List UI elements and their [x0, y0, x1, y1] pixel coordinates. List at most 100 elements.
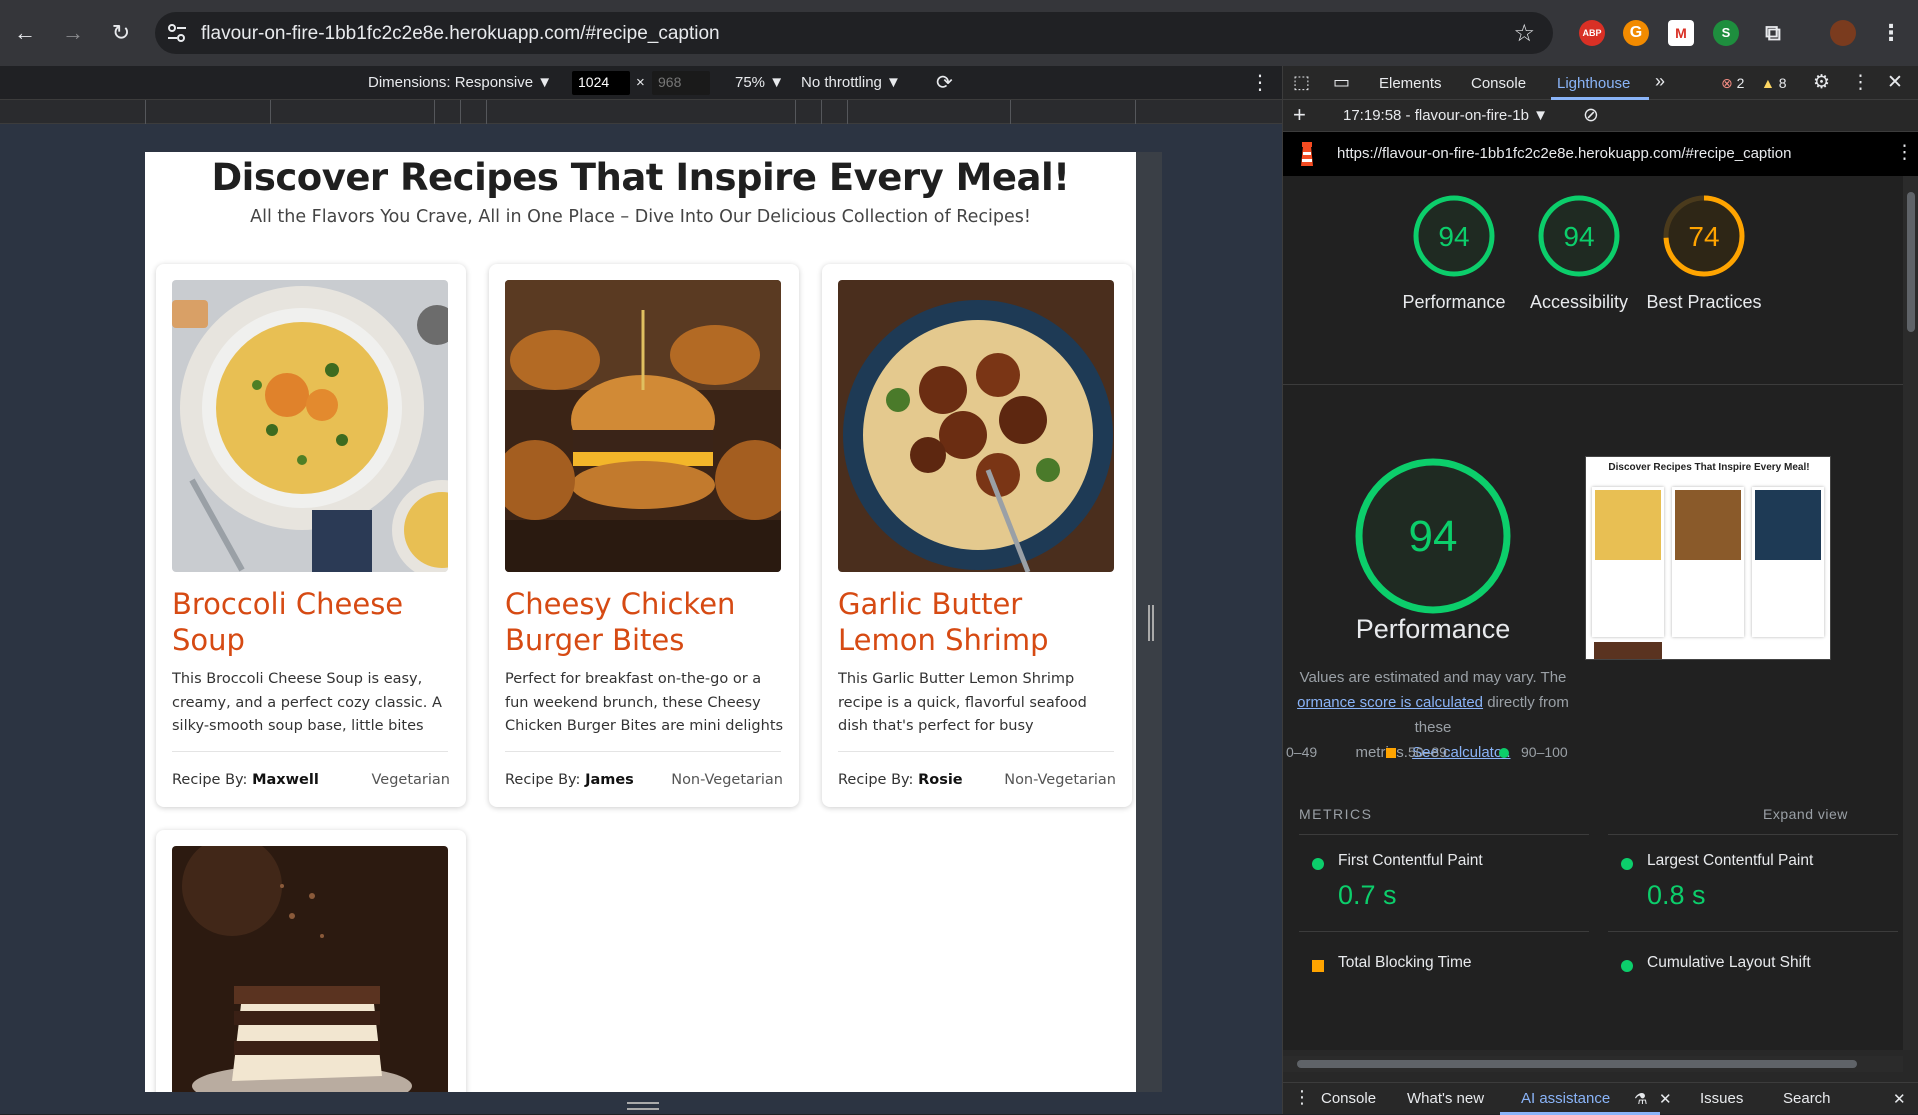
scrollbar-thumb[interactable]: [1907, 192, 1915, 332]
thumbnail-card-image: [1594, 642, 1662, 659]
recipe-card[interactable]: Broccoli Cheese Soup This Broccoli Chees…: [156, 264, 466, 807]
legend-fail-text: 0–49: [1286, 744, 1318, 760]
close-devtools-icon[interactable]: ✕: [1887, 71, 1903, 94]
accessibility-score-value: 94: [1563, 221, 1594, 252]
metric-cls[interactable]: Cumulative Layout Shift: [1621, 954, 1881, 984]
site-settings-icon[interactable]: [165, 21, 189, 45]
page-screenshot-thumbnail[interactable]: Discover Recipes That Inspire Every Meal…: [1585, 456, 1831, 660]
close-ai-tab-icon[interactable]: ✕: [1659, 1090, 1672, 1108]
recipe-title[interactable]: Cheesy Chicken Burger Bites: [505, 586, 795, 658]
rotate-icon[interactable]: ⟳: [936, 70, 953, 95]
expand-view-toggle[interactable]: Expand view: [1763, 806, 1848, 822]
warning-count-text: 8: [1778, 75, 1787, 91]
metric-tbt[interactable]: Total Blocking Time: [1312, 954, 1572, 984]
address-bar[interactable]: flavour-on-fire-1bb1fc2c2e8e.herokuapp.c…: [155, 12, 1553, 54]
devtools-panel: ⬚ ▭ Elements Console Lighthouse » ⊗ 2 ▲ …: [1282, 66, 1918, 1115]
device-menu-icon[interactable]: ⋮: [1250, 70, 1270, 95]
bottom-resize-handle[interactable]: [627, 1102, 659, 1110]
settings-gear-icon[interactable]: ⚙: [1813, 71, 1830, 94]
devtools-tabbar: ⬚ ▭ Elements Console Lighthouse » ⊗ 2 ▲ …: [1283, 66, 1918, 100]
best-practices-score-gauge[interactable]: 74: [1661, 193, 1747, 279]
clear-reports-icon[interactable]: ⊘: [1583, 104, 1599, 127]
drawer-tab-console[interactable]: Console: [1321, 1090, 1376, 1107]
media-query-ruler[interactable]: [0, 100, 1282, 124]
warning-count[interactable]: ▲ 8: [1761, 75, 1787, 91]
scrollbar-thumb[interactable]: [1297, 1060, 1857, 1068]
recipe-card[interactable]: Garlic Butter Lemon Shrimp This Garlic B…: [822, 264, 1132, 807]
inspect-element-icon[interactable]: ⬚: [1293, 72, 1310, 93]
new-report-icon[interactable]: +: [1293, 102, 1306, 128]
throttling-dropdown[interactable]: No throttling ▼: [801, 74, 901, 91]
metric-lcp[interactable]: Largest Contentful Paint 0.8 s: [1621, 852, 1881, 912]
drawer-tab-search[interactable]: Search: [1783, 1090, 1831, 1107]
recipe-card[interactable]: Cheesy Chicken Burger Bites Perfect for …: [489, 264, 799, 807]
metrics-header: METRICS: [1299, 806, 1373, 822]
metric-pass-icon: [1621, 858, 1633, 870]
recipe-card[interactable]: [156, 830, 466, 1092]
back-icon[interactable]: ←: [10, 18, 40, 48]
drawer-tab-issues[interactable]: Issues: [1700, 1090, 1743, 1107]
best-practices-score-label: Best Practices: [1646, 292, 1762, 312]
card-divider: [172, 751, 448, 752]
estimate-line-3-text: metrics.: [1355, 744, 1413, 761]
grammarly-icon[interactable]: G: [1623, 20, 1649, 46]
ruler-tick: [1010, 100, 1011, 124]
devtools-menu-icon[interactable]: ⋮: [1851, 71, 1870, 94]
error-icon: ⊗: [1721, 75, 1733, 91]
drawer-tab-whats-new[interactable]: What's new: [1407, 1090, 1484, 1107]
close-drawer-icon[interactable]: ✕: [1893, 1090, 1906, 1108]
device-toolbar-icon[interactable]: ▭: [1333, 72, 1350, 93]
extension-m-icon[interactable]: M: [1668, 20, 1694, 46]
report-menu-icon[interactable]: ⋮: [1895, 141, 1914, 164]
score-calculated-link[interactable]: ormance score is calculated: [1297, 694, 1483, 711]
tab-elements[interactable]: Elements: [1379, 75, 1442, 92]
legend-pass: 90–100: [1521, 744, 1568, 760]
metric-average-icon: [1312, 960, 1324, 972]
error-count-text: 2: [1736, 75, 1745, 91]
drawer-menu-icon[interactable]: ⋮: [1293, 1087, 1311, 1108]
right-resize-handle[interactable]: [1148, 605, 1154, 641]
ruler-tick: [434, 100, 435, 124]
lighthouse-logo-icon: [1301, 142, 1313, 166]
ruler-tick: [460, 100, 461, 124]
device-toolbar: Dimensions: Responsive ▼ 1024 × 968 75% …: [0, 66, 1282, 100]
metrics-divider: [1299, 931, 1589, 932]
recipe-title[interactable]: Broccoli Cheese Soup: [172, 586, 462, 658]
width-input[interactable]: 1024: [572, 71, 630, 95]
metric-name: Cumulative Layout Shift: [1647, 954, 1811, 971]
height-input[interactable]: 968: [652, 71, 710, 95]
accessibility-score-gauge[interactable]: 94: [1536, 193, 1622, 279]
thumbnail-card-image: [1595, 490, 1661, 560]
error-count[interactable]: ⊗ 2: [1721, 75, 1744, 92]
tab-lighthouse[interactable]: Lighthouse: [1557, 75, 1630, 92]
drawer-tab-ai-assistance[interactable]: AI assistance: [1521, 1090, 1610, 1107]
report-url[interactable]: https://flavour-on-fire-1bb1fc2c2e8e.her…: [1337, 145, 1791, 162]
device-viewport: Discover Recipes That Inspire Every Meal…: [0, 124, 1282, 1114]
metric-value: 0.8 s: [1647, 880, 1706, 910]
best-practices-score-value: 74: [1688, 221, 1719, 252]
forward-icon[interactable]: →: [58, 18, 88, 48]
report-selector[interactable]: 17:19:58 - flavour-on-fire-1b ▼: [1343, 107, 1548, 124]
extensions-puzzle-icon[interactable]: ⧉: [1760, 20, 1786, 46]
bookmark-star-icon[interactable]: ☆: [1513, 19, 1535, 48]
extension-s-icon[interactable]: S: [1713, 20, 1739, 46]
estimate-line-1: Values are estimated and may vary. The: [1299, 669, 1567, 686]
adblock-icon[interactable]: ABP: [1579, 20, 1605, 46]
profile-avatar[interactable]: [1830, 20, 1856, 46]
zoom-dropdown[interactable]: 75% ▼: [735, 74, 784, 91]
thumbnail-card: [1672, 487, 1744, 637]
report-horizontal-scrollbar[interactable]: [1283, 1056, 1903, 1072]
performance-large-gauge[interactable]: 94: [1353, 456, 1513, 616]
metric-fcp[interactable]: First Contentful Paint 0.7 s: [1312, 852, 1572, 912]
url-text[interactable]: flavour-on-fire-1bb1fc2c2e8e.herokuapp.c…: [201, 23, 720, 45]
more-tabs-icon[interactable]: »: [1655, 71, 1665, 92]
report-scrollbar[interactable]: [1903, 176, 1918, 1050]
browser-menu-icon[interactable]: ⋮: [1878, 20, 1904, 46]
recipe-category: Non-Vegetarian: [1004, 772, 1116, 788]
dimensions-dropdown[interactable]: Dimensions: Responsive ▼: [368, 74, 552, 91]
performance-score-gauge[interactable]: 94: [1411, 193, 1497, 279]
card-divider: [838, 751, 1114, 752]
recipe-title[interactable]: Garlic Butter Lemon Shrimp: [838, 586, 1128, 658]
tab-console[interactable]: Console: [1471, 75, 1526, 92]
reload-icon[interactable]: ↻: [106, 18, 136, 48]
